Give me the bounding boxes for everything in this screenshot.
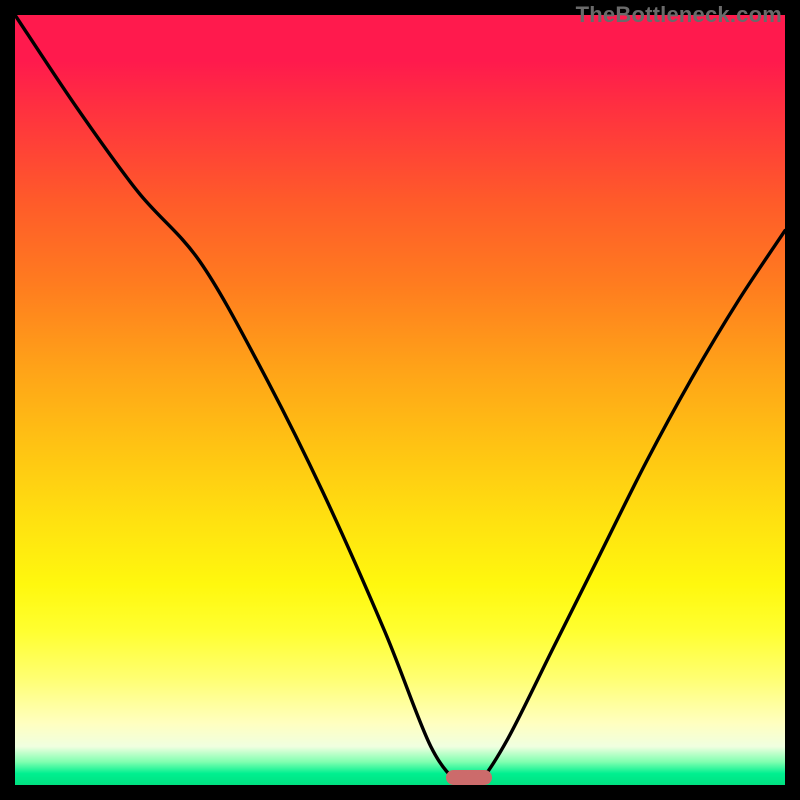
optimal-range-marker [446,770,492,785]
bottleneck-curve-path [15,15,785,785]
chart-frame: TheBottleneck.com [0,0,800,800]
curve-svg [15,15,785,785]
watermark-text: TheBottleneck.com [576,2,782,28]
plot-area [15,15,785,785]
